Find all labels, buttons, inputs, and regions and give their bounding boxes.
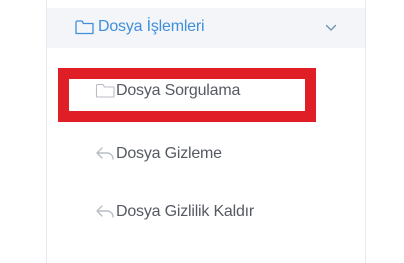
group-header-dosya-islemleri[interactable]: Dosya İşlemleri: [47, 8, 365, 48]
reply-arrow-icon: [96, 205, 114, 218]
folder-icon: [75, 20, 94, 35]
menu-item-dosya-gizlilik-kaldir[interactable]: Dosya Gizlilik Kaldır: [95, 201, 335, 227]
highlight-box: [58, 68, 316, 122]
reply-arrow-icon: [96, 147, 114, 160]
group-title: Dosya İşlemleri: [98, 18, 205, 35]
menu-item-dosya-gizleme[interactable]: Dosya Gizleme: [95, 143, 295, 169]
sidebar-menu: Dosya İşlemleri Dosya Sorgulama Dosya Gi…: [46, 0, 366, 263]
menu-item-label: Dosya Gizlilik Kaldır: [116, 203, 255, 220]
menu-item-label: Dosya Gizleme: [116, 145, 222, 162]
chevron-down-icon[interactable]: [325, 23, 337, 32]
